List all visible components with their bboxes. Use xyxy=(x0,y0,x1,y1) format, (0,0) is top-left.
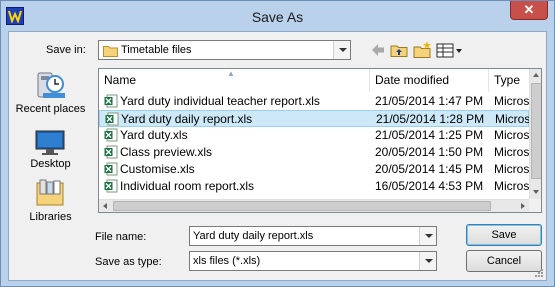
save-as-type-value: xls files (*.xls) xyxy=(193,255,261,267)
folder-icon xyxy=(103,46,118,57)
column-header-name[interactable]: Name ▲ xyxy=(99,69,370,92)
place-label: Desktop xyxy=(30,158,71,170)
file-name: Class preview.xls xyxy=(120,145,213,159)
file-type: Micros xyxy=(495,112,531,126)
scroll-right-arrow-icon[interactable] xyxy=(516,200,529,212)
back-arrow-icon[interactable] xyxy=(368,40,388,60)
file-date: 21/05/2014 1:28 PM xyxy=(376,112,485,126)
file-row[interactable]: Individual room report.xls 16/05/2014 4:5… xyxy=(99,178,529,195)
desktop-icon xyxy=(35,130,65,155)
excel-file-icon xyxy=(104,94,118,108)
vertical-scrollbar[interactable] xyxy=(529,69,541,199)
file-name: Yard duty daily report.xls xyxy=(121,112,253,126)
save-as-type-dropdown[interactable]: xls files (*.xls) xyxy=(189,251,437,271)
place-label: Libraries xyxy=(29,211,72,223)
file-type: Micros xyxy=(494,162,530,176)
save-as-type-label: Save as type: xyxy=(95,256,162,268)
file-date: 20/05/2014 1:45 PM xyxy=(375,162,484,176)
place-label: Recent places xyxy=(15,103,86,115)
column-header-date-modified[interactable]: Date modified xyxy=(370,69,489,92)
scroll-thumb[interactable] xyxy=(113,201,491,211)
file-type: Micros xyxy=(494,94,530,108)
file-row[interactable]: Customise.xls 20/05/2014 1:45 PM Micros xyxy=(99,161,529,178)
save-as-dialog: Save As ✕ Save in: Timetable files Recen… xyxy=(0,0,555,287)
file-row[interactable]: Yard duty daily report.xls 21/05/2014 1:2… xyxy=(99,110,531,127)
scroll-thumb[interactable] xyxy=(531,83,541,179)
chevron-down-icon[interactable] xyxy=(333,41,350,59)
scroll-down-arrow-icon[interactable] xyxy=(530,186,541,199)
horizontal-scrollbar[interactable] xyxy=(99,199,529,212)
libraries-icon xyxy=(36,179,64,206)
file-date: 21/05/2014 1:25 PM xyxy=(375,128,484,142)
excel-file-icon xyxy=(104,179,118,193)
up-folder-icon[interactable] xyxy=(389,40,409,60)
save-in-dropdown[interactable]: Timetable files xyxy=(98,40,351,60)
place-libraries[interactable]: Libraries xyxy=(9,178,92,224)
chevron-down-icon[interactable] xyxy=(419,252,436,270)
file-date: 16/05/2014 4:53 PM xyxy=(375,179,484,193)
save-button[interactable]: Save xyxy=(466,224,542,246)
scroll-left-arrow-icon[interactable] xyxy=(99,200,112,212)
dialog-body: Save in: Timetable files Recent places D… xyxy=(8,31,547,281)
place-desktop[interactable]: Desktop xyxy=(9,128,92,172)
resize-grip-icon[interactable] xyxy=(534,268,544,278)
excel-file-icon xyxy=(105,112,119,126)
sort-caret-icon: ▲ xyxy=(227,69,235,78)
file-row[interactable]: Class preview.xls 20/05/2014 1:50 PM Micro… xyxy=(99,144,529,161)
file-name: Yard duty.xls xyxy=(120,128,188,142)
save-in-value: Timetable files xyxy=(121,44,192,56)
file-row[interactable]: Yard duty individual teacher report.xls 2… xyxy=(99,93,529,110)
excel-file-icon xyxy=(104,162,118,176)
file-name: Yard duty individual teacher report.xls xyxy=(120,94,320,108)
place-recent-places[interactable]: Recent places xyxy=(9,70,92,116)
file-list[interactable]: Name ▲ Date modified Type Yard duty indi… xyxy=(98,68,542,213)
file-type: Micros xyxy=(494,145,530,159)
view-menu-icon[interactable] xyxy=(435,40,465,60)
chevron-down-icon[interactable] xyxy=(419,227,436,245)
excel-file-icon xyxy=(104,128,118,142)
file-rows: Yard duty individual teacher report.xls 2… xyxy=(99,93,531,195)
column-header-type[interactable]: Type xyxy=(489,69,529,92)
file-date: 20/05/2014 1:50 PM xyxy=(375,145,484,159)
recent-places-icon xyxy=(37,72,65,98)
excel-file-icon xyxy=(104,145,118,159)
file-type: Micros xyxy=(494,179,530,193)
file-row[interactable]: Yard duty.xls 21/05/2014 1:25 PM Micros xyxy=(99,127,529,144)
window-title: Save As xyxy=(251,9,304,25)
file-name-field[interactable]: Yard duty daily report.xls xyxy=(189,226,437,246)
scroll-corner xyxy=(529,199,541,212)
scroll-up-arrow-icon[interactable] xyxy=(530,69,541,82)
file-name-value[interactable]: Yard duty daily report.xls xyxy=(193,230,313,242)
close-icon: ✕ xyxy=(523,2,535,17)
close-button[interactable]: ✕ xyxy=(510,1,548,20)
new-folder-icon[interactable] xyxy=(412,40,432,60)
cancel-button[interactable]: Cancel xyxy=(466,250,542,272)
file-type: Micros xyxy=(494,128,530,142)
file-name-label: File name: xyxy=(95,231,147,243)
title-bar[interactable]: Save As ✕ xyxy=(1,1,554,31)
file-date: 21/05/2014 1:47 PM xyxy=(375,94,484,108)
file-name: Customise.xls xyxy=(120,162,195,176)
file-name: Individual room report.xls xyxy=(120,179,255,193)
places-bar: Recent places Desktop Libraries xyxy=(9,68,92,243)
save-in-label: Save in: xyxy=(46,44,86,56)
